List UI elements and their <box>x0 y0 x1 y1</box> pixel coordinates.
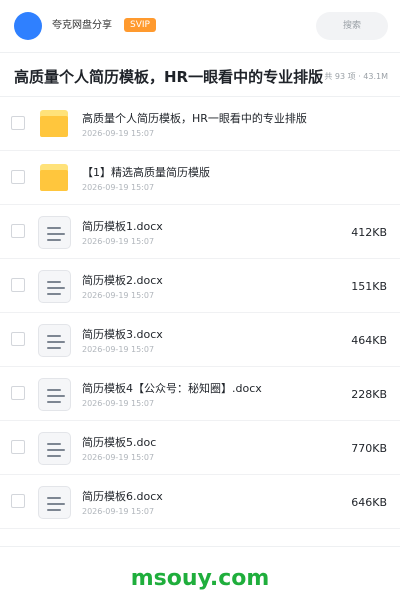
watermark-text: msouy.com <box>130 566 270 591</box>
file-name: 简历模板4【公众号：秘知圈】.docx <box>82 382 262 395</box>
file-date: 2026-09-19 15:07 <box>82 237 155 246</box>
file-date: 2026-09-19 15:07 <box>82 183 155 192</box>
file-name: 【1】精选高质量简历模版 <box>82 166 210 179</box>
file-row-document[interactable]: 简历模板5.doc 2026-09-19 15:07 770KB <box>0 421 400 475</box>
row-checkbox[interactable] <box>11 170 25 184</box>
file-row-folder[interactable]: 【1】精选高质量简历模版 2026-09-19 15:07 <box>0 151 400 205</box>
folder-icon <box>37 107 71 141</box>
file-name: 简历模板2.docx <box>82 274 163 287</box>
file-size: 228KB <box>351 388 387 401</box>
file-date: 2026-09-19 15:07 <box>82 345 155 354</box>
file-row-document[interactable]: 简历模板4【公众号：秘知圈】.docx 2026-09-19 15:07 228… <box>0 367 400 421</box>
avatar[interactable] <box>14 12 42 40</box>
file-row-document[interactable]: 简历模板6.docx 2026-09-19 15:07 646KB <box>0 475 400 529</box>
file-size: 646KB <box>351 496 387 509</box>
search-input[interactable]: 搜索 <box>316 12 388 40</box>
document-icon <box>37 377 71 411</box>
file-row-document[interactable]: 简历模板3.docx 2026-09-19 15:07 464KB <box>0 313 400 367</box>
row-checkbox[interactable] <box>11 278 25 292</box>
app-header: 夸克网盘分享 SVIP 搜索 <box>0 0 400 52</box>
file-row-document[interactable]: 简历模板2.docx 2026-09-19 15:07 151KB <box>0 259 400 313</box>
file-name: 简历模板1.docx <box>82 220 163 233</box>
document-icon <box>37 215 71 249</box>
file-date: 2026-09-19 15:07 <box>82 453 155 462</box>
folder-icon <box>37 161 71 195</box>
document-icon <box>37 269 71 303</box>
row-checkbox[interactable] <box>11 494 25 508</box>
file-name: 简历模板5.doc <box>82 436 157 449</box>
file-date: 2026-09-19 15:07 <box>82 291 155 300</box>
document-icon <box>37 485 71 519</box>
row-checkbox[interactable] <box>11 386 25 400</box>
file-size: 412KB <box>351 226 387 239</box>
file-size: 464KB <box>351 334 387 347</box>
file-date: 2026-09-19 15:07 <box>82 399 155 408</box>
row-checkbox[interactable] <box>11 116 25 130</box>
row-checkbox[interactable] <box>11 440 25 454</box>
page-title: 高质量个人简历模板，HR一眼看中的专业排版 <box>14 68 324 86</box>
file-name: 简历模板3.docx <box>82 328 163 341</box>
row-checkbox[interactable] <box>11 332 25 346</box>
svip-badge: SVIP <box>124 18 156 32</box>
footer-divider <box>0 546 400 547</box>
file-date: 2026-09-19 15:07 <box>82 129 155 138</box>
file-name: 高质量个人简历模板，HR一眼看中的专业排版 <box>82 112 307 125</box>
file-date: 2026-09-19 15:07 <box>82 507 155 516</box>
document-icon <box>37 431 71 465</box>
folder-title-row: 高质量个人简历模板，HR一眼看中的专业排版 共 93 项 · 43.1M <box>0 52 400 98</box>
row-checkbox[interactable] <box>11 224 25 238</box>
app-name: 夸克网盘分享 <box>52 20 112 31</box>
file-row-folder[interactable]: 高质量个人简历模板，HR一眼看中的专业排版 2026-09-19 15:07 <box>0 97 400 151</box>
file-row-document[interactable]: 简历模板1.docx 2026-09-19 15:07 412KB <box>0 205 400 259</box>
document-icon <box>37 323 71 357</box>
file-size: 770KB <box>351 442 387 455</box>
file-size: 151KB <box>351 280 387 293</box>
folder-meta: 共 93 项 · 43.1M <box>324 72 388 81</box>
file-name: 简历模板6.docx <box>82 490 163 503</box>
